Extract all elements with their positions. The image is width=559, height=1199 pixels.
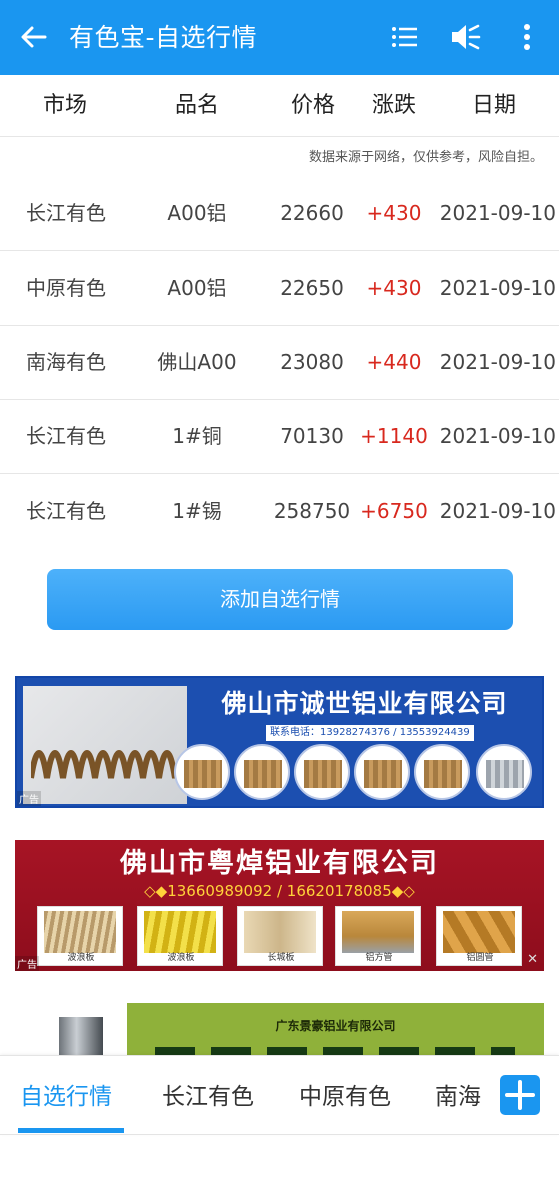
cell-name: A00铝 bbox=[167, 201, 227, 225]
app-bar: 有色宝-自选行情 bbox=[0, 0, 559, 75]
product-thumb bbox=[414, 744, 470, 800]
ad-company-name: 广东景豪铝业有限公司 bbox=[275, 1019, 396, 1033]
add-tab-button[interactable] bbox=[500, 1075, 540, 1115]
tab-changjiang[interactable]: 长江有色 bbox=[162, 1082, 254, 1112]
ad-headline-fragment bbox=[155, 1047, 515, 1055]
table-row[interactable]: 中原有色 A00铝 22650 +430 2021-09-10 bbox=[0, 251, 559, 326]
ad-product-caption: 铝方管 bbox=[365, 953, 393, 963]
ad-product-caption: 波浪板 bbox=[167, 953, 195, 963]
table-row[interactable]: 长江有色 A00铝 22660 +430 2021-09-10 bbox=[0, 176, 559, 251]
product-thumb bbox=[294, 744, 350, 800]
product-thumb bbox=[174, 744, 230, 800]
ad-product-photo bbox=[23, 686, 187, 804]
cell-price: 70130 bbox=[280, 424, 344, 448]
add-watchlist-button[interactable]: 添加自选行情 bbox=[47, 569, 513, 630]
cell-price: 258750 bbox=[273, 499, 351, 523]
tab-nanhai[interactable]: 南海 bbox=[435, 1082, 481, 1112]
table-row[interactable]: 南海有色 佛山A00 23080 +440 2021-09-10 bbox=[0, 325, 559, 400]
cell-market: 长江有色 bbox=[26, 201, 106, 225]
cell-market: 长江有色 bbox=[26, 499, 106, 523]
market-tabs: 自选行情 长江有色 中原有色 南海 bbox=[0, 1055, 559, 1135]
cell-date: 2021-09-10 bbox=[439, 350, 556, 374]
product-thumb bbox=[476, 744, 532, 800]
close-icon[interactable]: ✕ bbox=[527, 952, 538, 967]
product-thumb bbox=[234, 744, 290, 800]
cell-name: 1#铜 bbox=[172, 424, 222, 448]
ad-banner[interactable]: 广东景豪铝业有限公司 bbox=[15, 1003, 544, 1055]
ad-label: 广告 bbox=[15, 956, 39, 971]
ad-phone: ◇◆13660989092 / 16620178085◆◇ bbox=[144, 882, 415, 900]
tab-fade bbox=[480, 1056, 500, 1134]
more-vertical-icon[interactable] bbox=[511, 21, 543, 53]
ad-product-card: 长城板 bbox=[237, 906, 323, 966]
cell-price: 22660 bbox=[280, 201, 344, 225]
cell-name: 1#锡 bbox=[172, 499, 222, 523]
header-change: 涨跌 bbox=[371, 93, 416, 118]
ad-product-caption: 波浪板 bbox=[67, 953, 95, 963]
cell-change: +1140 bbox=[360, 424, 428, 448]
cell-market: 中原有色 bbox=[26, 276, 106, 300]
back-arrow-icon[interactable] bbox=[18, 21, 50, 53]
cell-date: 2021-09-10 bbox=[439, 201, 556, 225]
page-title: 有色宝-自选行情 bbox=[69, 23, 258, 52]
cell-change: +430 bbox=[366, 201, 422, 225]
header-market: 市场 bbox=[42, 93, 87, 118]
tab-zhongyuan[interactable]: 中原有色 bbox=[299, 1082, 391, 1112]
tab-watchlist[interactable]: 自选行情 bbox=[20, 1082, 112, 1112]
cell-name: A00铝 bbox=[167, 276, 227, 300]
cell-price: 22650 bbox=[280, 276, 344, 300]
ad-product-photo bbox=[59, 1017, 103, 1055]
cell-change: +6750 bbox=[360, 499, 428, 523]
cell-market: 长江有色 bbox=[26, 424, 106, 448]
header-date: 日期 bbox=[471, 93, 516, 118]
cell-name: 佛山A00 bbox=[157, 350, 237, 374]
plus-icon bbox=[505, 1080, 535, 1110]
cell-market: 南海有色 bbox=[26, 350, 106, 374]
cell-date: 2021-09-10 bbox=[439, 499, 556, 523]
ad-company-name: 佛山市粤焯铝业有限公司 bbox=[120, 848, 439, 879]
ad-product-caption: 长城板 bbox=[267, 953, 295, 963]
cell-price: 23080 bbox=[280, 350, 344, 374]
ad-label: 广告 bbox=[17, 791, 41, 806]
ad-banner[interactable]: 佛山市诚世铝业有限公司 联系电话：13928274376 / 135539244… bbox=[15, 676, 544, 808]
table-row[interactable]: 长江有色 1#铜 70130 +1140 2021-09-10 bbox=[0, 399, 559, 474]
corrugated-panel-image bbox=[31, 750, 187, 779]
cell-date: 2021-09-10 bbox=[439, 276, 556, 300]
ad-product-card: 波浪板 bbox=[137, 906, 223, 966]
table-header: 市场 品名 价格 涨跌 日期 bbox=[0, 75, 559, 137]
ad-product-card: 波浪板 bbox=[37, 906, 123, 966]
table-row[interactable]: 长江有色 1#锡 258750 +6750 2021-09-10 bbox=[0, 474, 559, 549]
data-disclaimer: 数据来源于网络，仅供参考，风险自担。 bbox=[308, 150, 543, 165]
cell-date: 2021-09-10 bbox=[439, 424, 556, 448]
ad-product-card: 铝圆管 bbox=[436, 906, 522, 966]
ad-banner[interactable]: 佛山市粤焯铝业有限公司 ◇◆13660989092 / 16620178085◆… bbox=[15, 840, 544, 971]
active-tab-indicator bbox=[18, 1128, 124, 1133]
cell-change: +440 bbox=[366, 350, 422, 374]
cell-change: +430 bbox=[366, 276, 422, 300]
list-icon[interactable] bbox=[389, 21, 421, 53]
header-name: 品名 bbox=[174, 93, 219, 118]
speaker-mute-icon[interactable] bbox=[449, 21, 481, 53]
ad-company-name: 佛山市诚世铝业有限公司 bbox=[221, 689, 508, 718]
ad-phone: 联系电话：13928274376 / 13553924439 bbox=[266, 725, 474, 741]
ad-product-caption: 铝圆管 bbox=[466, 953, 494, 963]
product-thumb bbox=[354, 744, 410, 800]
ad-product-card: 铝方管 bbox=[335, 906, 421, 966]
